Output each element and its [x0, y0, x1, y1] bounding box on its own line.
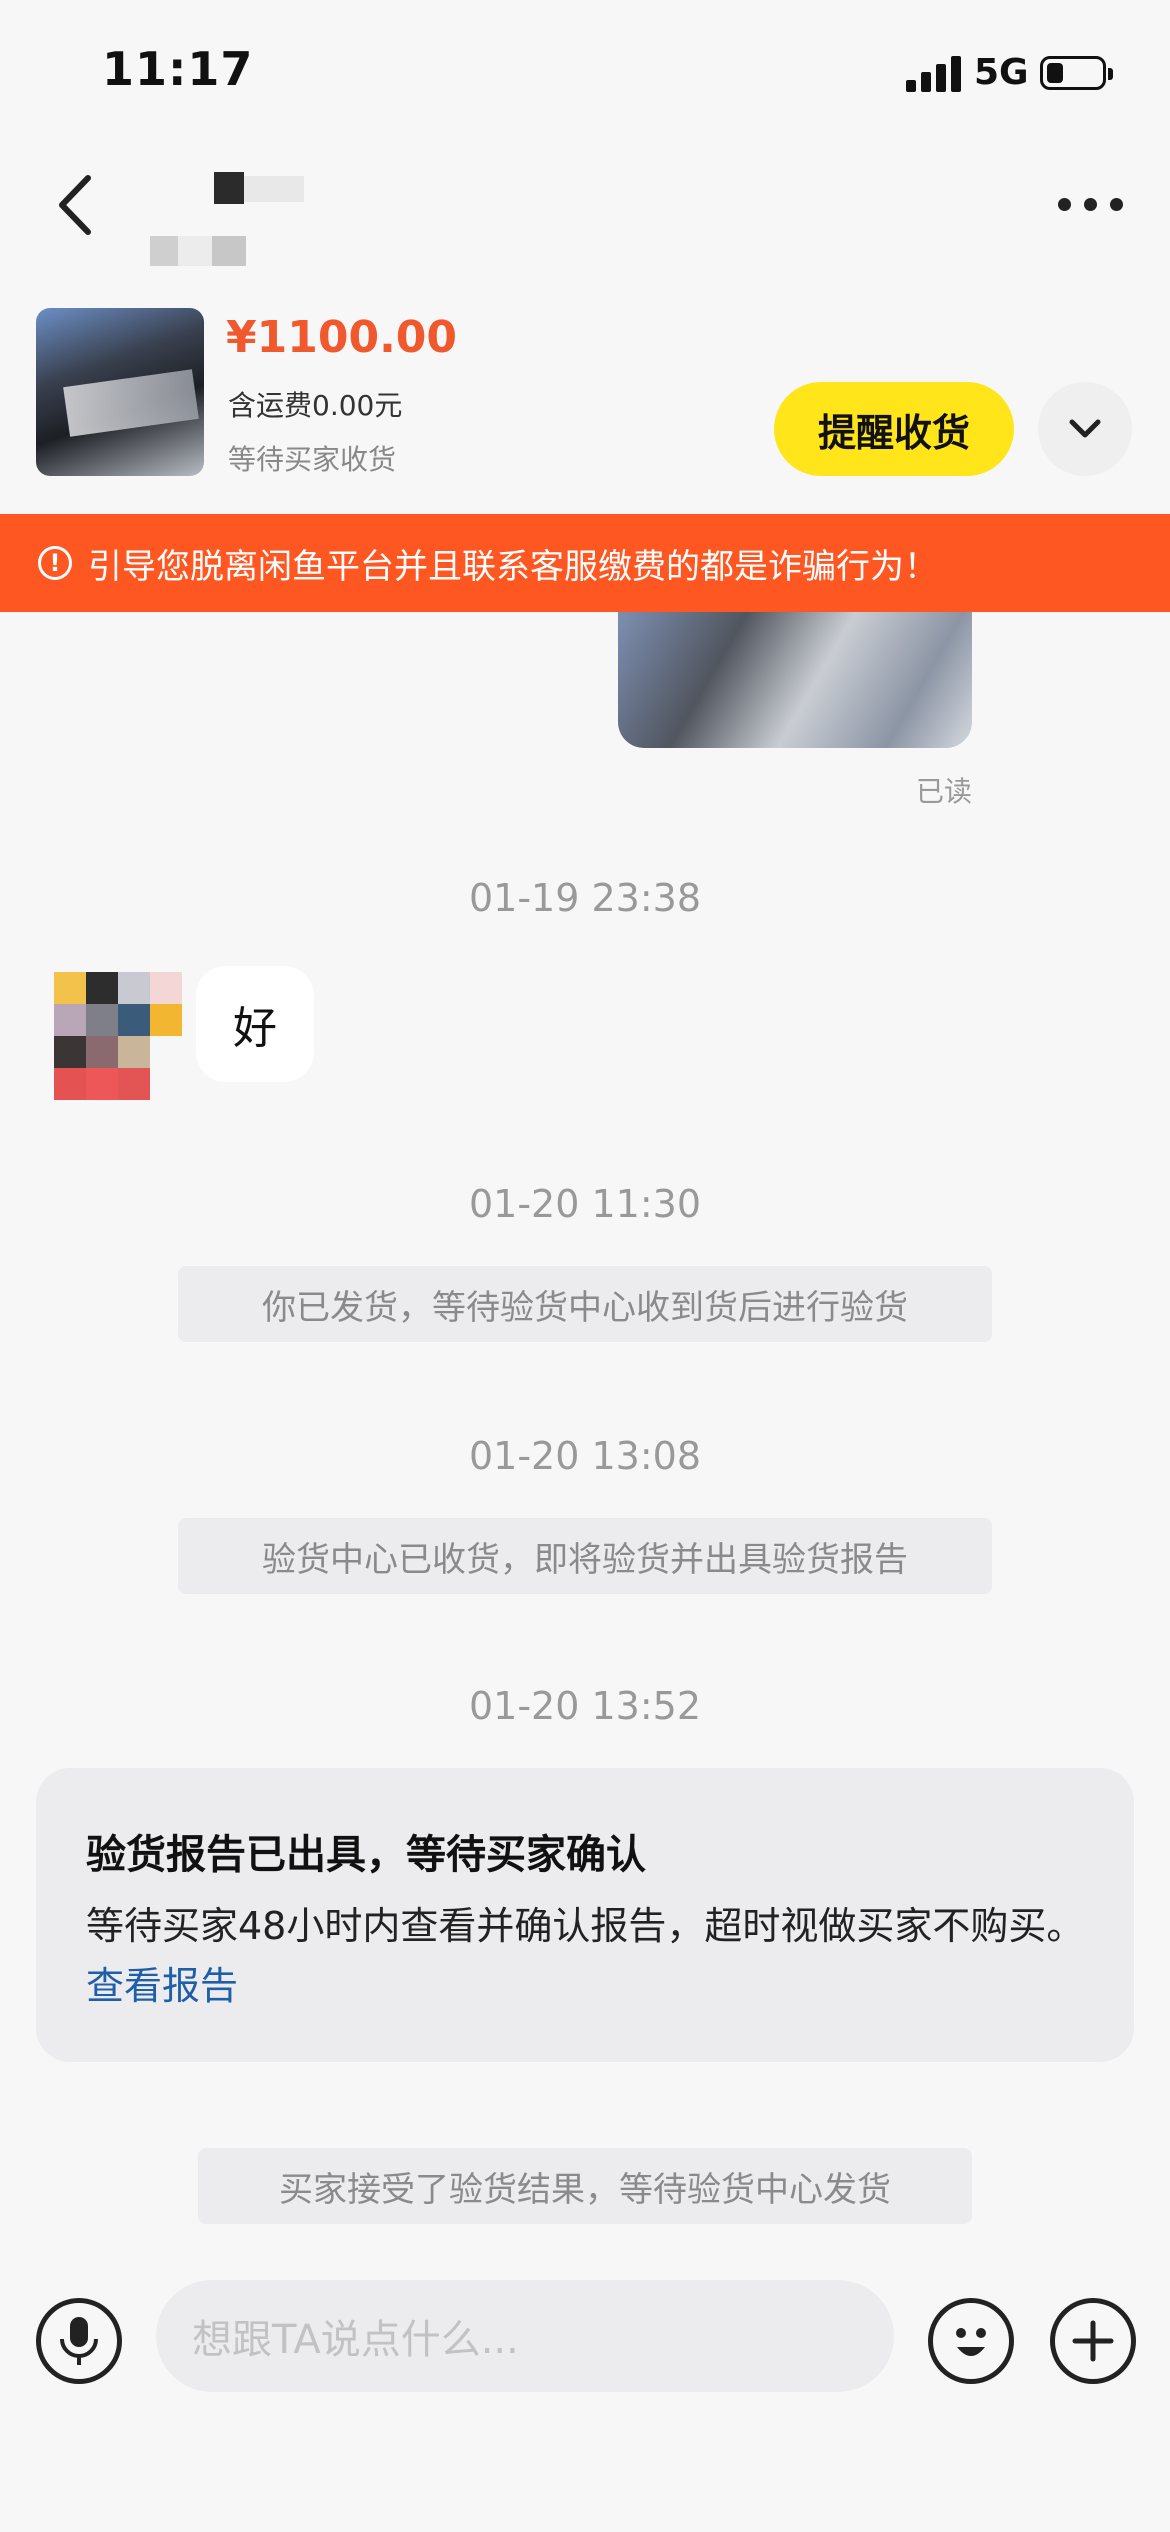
read-receipt: 已读 [916, 775, 973, 808]
signal-icon [906, 56, 962, 92]
emoji-icon[interactable] [928, 2298, 1014, 2384]
system-notice-shipped: 你已发货，等待验货中心收到货后进行验货 [178, 1266, 992, 1342]
message-timestamp: 01-20 13:08 [468, 1434, 701, 1478]
report-body-text: 等待买家48小时内查看并确认报告，超时视做买家不购买。 [86, 1904, 1085, 1948]
exclamation-circle-icon: ! [38, 546, 72, 580]
microphone-icon[interactable] [36, 2298, 122, 2384]
message-input[interactable]: 想跟TA说点什么... [156, 2280, 894, 2392]
view-report-link[interactable]: 查看报告 [86, 1964, 238, 2008]
chevron-left-icon[interactable] [52, 170, 102, 240]
fraud-warning-banner: ! 引导您脱离闲鱼平台并且联系客服缴费的都是诈骗行为！ [0, 514, 1170, 612]
message-timestamp: 01-19 23:38 [468, 876, 701, 920]
battery-icon [1040, 56, 1113, 90]
remind-receipt-button[interactable]: 提醒收货 [774, 382, 1014, 476]
network-label: 5G [974, 52, 1029, 93]
expand-order-button[interactable] [1038, 382, 1132, 476]
plus-icon[interactable] [1050, 2298, 1136, 2384]
incoming-message-bubble[interactable]: 好 [196, 966, 314, 1082]
more-dots-icon[interactable] [1058, 198, 1124, 212]
avatar[interactable] [54, 972, 182, 1100]
system-notice-accepted: 买家接受了验货结果，等待验货中心发货 [198, 2148, 972, 2224]
shipping-fee: 含运费0.00元 [228, 389, 403, 422]
product-image[interactable] [36, 308, 204, 476]
report-title: 验货报告已出具，等待买家确认 [86, 1832, 646, 1878]
report-body: 等待买家48小时内查看并确认报告，超时视做买家不购买。查看报告 [86, 1896, 1086, 2016]
sent-image-message[interactable] [618, 612, 972, 748]
chevron-down-icon [1069, 419, 1101, 438]
message-timestamp: 01-20 13:52 [468, 1684, 701, 1728]
contact-name-blurred [150, 172, 350, 272]
system-notice-received: 验货中心已收货，即将验货并出具验货报告 [178, 1518, 992, 1594]
warning-text: 引导您脱离闲鱼平台并且联系客服缴费的都是诈骗行为！ [88, 546, 938, 587]
status-time: 11:17 [102, 42, 254, 96]
order-status: 等待买家收货 [228, 443, 397, 476]
product-price: ¥1100.00 [226, 312, 458, 363]
message-timestamp: 01-20 11:30 [468, 1182, 701, 1226]
